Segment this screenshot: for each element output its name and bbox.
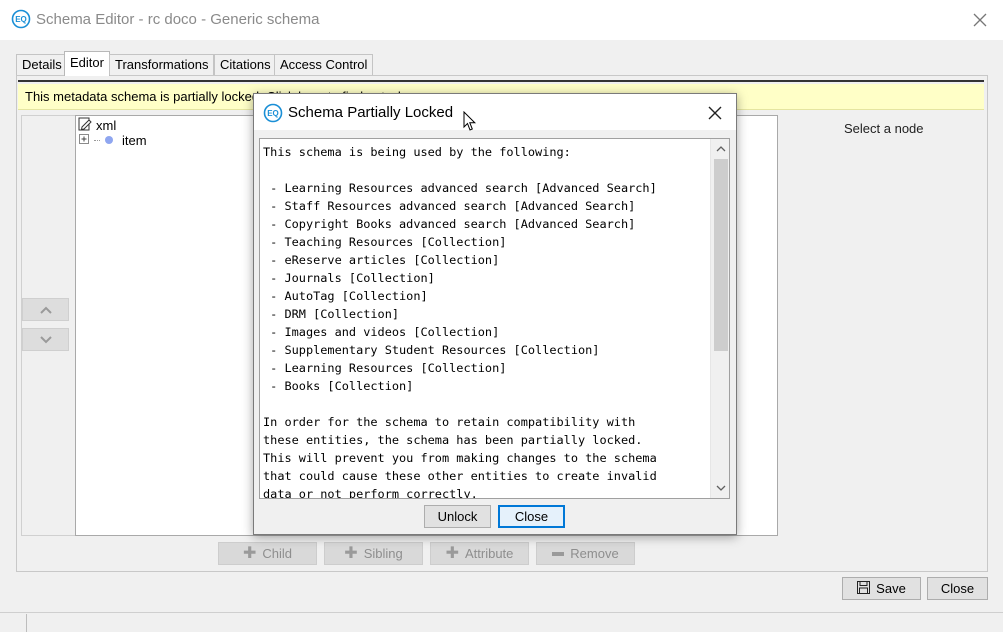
scrollbar-thumb[interactable] <box>714 159 728 351</box>
tree-node-label: xml <box>96 118 117 133</box>
plus-icon: ✚ <box>344 544 358 562</box>
button-label: Sibling <box>363 546 403 561</box>
eq-logo-icon: EQ <box>263 103 283 123</box>
tree-node-xml[interactable]: xml <box>78 117 116 134</box>
tab-details[interactable]: Details <box>16 54 68 75</box>
tree-node-label: item <box>122 133 147 148</box>
window-title: Schema Editor - rc doco - Generic schema <box>36 11 320 28</box>
chevron-down-icon[interactable] <box>711 478 729 498</box>
vertical-scrollbar[interactable] <box>710 139 729 498</box>
button-label: Attribute <box>464 546 514 561</box>
add-sibling-button[interactable]: ✚ Sibling <box>324 542 423 565</box>
tab-citations[interactable]: Citations <box>214 54 277 75</box>
node-details-placeholder: Select a node <box>844 121 924 136</box>
save-button[interactable]: Save <box>842 577 921 600</box>
remove-node-button[interactable]: Remove <box>536 542 635 565</box>
expand-plus-icon[interactable] <box>78 133 90 148</box>
add-attribute-button[interactable]: ✚ Attribute <box>430 542 529 565</box>
floppy-disk-icon <box>857 580 871 597</box>
tab-divider <box>18 80 984 82</box>
unlock-button[interactable]: Unlock <box>424 505 491 528</box>
add-child-button[interactable]: ✚ Child <box>218 542 317 565</box>
button-label: Remove <box>570 546 619 561</box>
chevron-up-icon[interactable] <box>711 139 729 159</box>
svg-text:EQ: EQ <box>267 109 279 118</box>
tree-node-item[interactable]: item <box>78 133 147 148</box>
move-up-button[interactable] <box>22 298 69 321</box>
mouse-cursor-icon <box>463 110 477 132</box>
svg-text:EQ: EQ <box>15 15 27 24</box>
dialog-title: Schema Partially Locked <box>288 104 454 121</box>
dialog-message-area[interactable]: This schema is being used by the followi… <box>259 138 730 499</box>
dialog-close-button[interactable]: Close <box>498 505 565 528</box>
tree-reorder-pane <box>21 115 75 536</box>
plus-icon: ✚ <box>242 544 257 562</box>
dialog-message: This schema is being used by the followi… <box>263 145 657 499</box>
close-button[interactable]: Close <box>927 577 988 600</box>
chevron-up-icon <box>39 302 52 317</box>
edit-document-icon <box>78 117 92 134</box>
status-bar <box>0 612 1003 632</box>
schema-locked-dialog: EQ Schema Partially Locked This schema i… <box>253 93 737 535</box>
tab-transformations[interactable]: Transformations <box>109 54 215 75</box>
chevron-down-icon <box>39 332 52 347</box>
close-icon[interactable] <box>966 6 994 34</box>
tree-connector <box>94 140 100 141</box>
tab-editor[interactable]: Editor <box>64 51 110 76</box>
button-label: Save <box>876 581 906 596</box>
tab-access-control[interactable]: Access Control <box>274 54 374 75</box>
status-divider <box>26 614 27 632</box>
eq-logo-icon: EQ <box>11 9 31 29</box>
button-label: Child <box>262 546 293 561</box>
close-icon[interactable] <box>701 100 729 126</box>
move-down-button[interactable] <box>22 328 69 351</box>
node-dot-icon <box>104 133 114 148</box>
minus-icon <box>552 551 565 556</box>
plus-icon: ✚ <box>445 544 459 562</box>
